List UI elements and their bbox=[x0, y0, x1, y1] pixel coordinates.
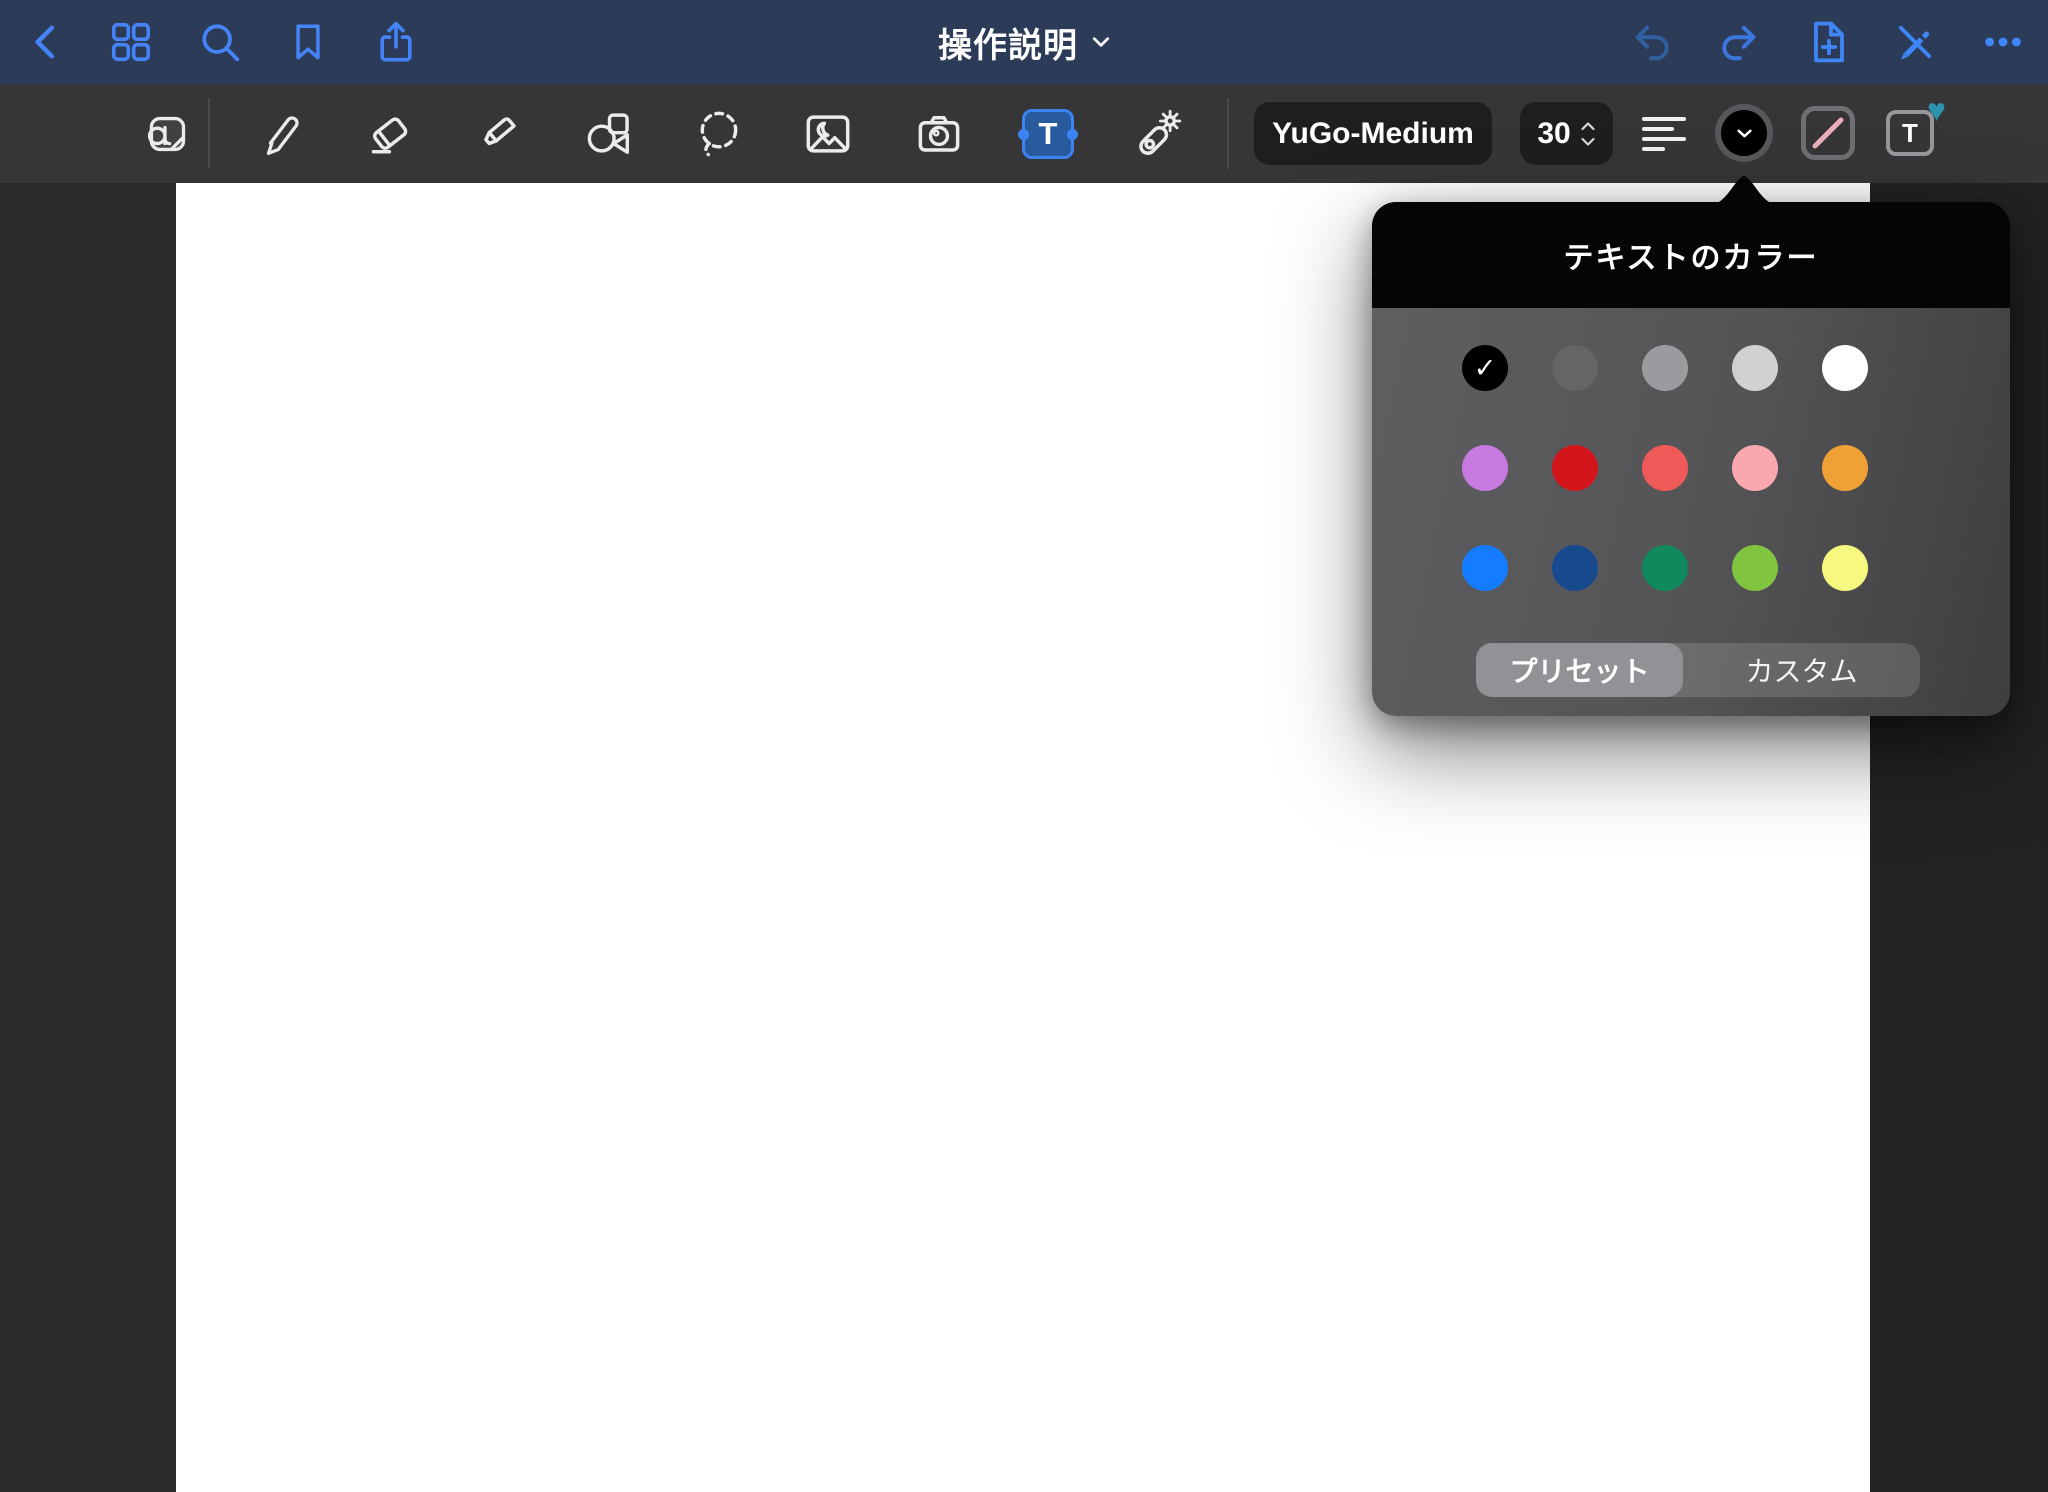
stepper-chevrons-icon bbox=[1580, 121, 1596, 147]
color-swatch-red[interactable] bbox=[1552, 445, 1598, 491]
redo-button[interactable] bbox=[1713, 0, 1765, 84]
highlighter-icon bbox=[473, 108, 525, 160]
camera-tool-button[interactable] bbox=[911, 84, 967, 183]
ellipsis-icon bbox=[1980, 19, 2026, 65]
color-mode-tabs: プリセット カスタム bbox=[1476, 643, 1920, 697]
add-page-icon bbox=[1804, 18, 1852, 66]
pen-cross-icon bbox=[1892, 19, 1938, 65]
eraser-tool-button[interactable] bbox=[361, 84, 417, 183]
toolbar-divider bbox=[1227, 98, 1229, 169]
swatch-row bbox=[1462, 445, 1868, 491]
bookmark-button[interactable] bbox=[282, 0, 334, 84]
tools-toolbar: T YuGo-Medium 30 T ♥ bbox=[0, 84, 2048, 183]
color-swatch-coral[interactable] bbox=[1642, 445, 1688, 491]
add-page-button[interactable] bbox=[1802, 0, 1854, 84]
image-icon bbox=[802, 108, 854, 160]
search-icon bbox=[197, 19, 243, 65]
page-title: 操作説明 bbox=[938, 18, 1078, 67]
tab-preset[interactable]: プリセット bbox=[1476, 643, 1683, 697]
color-swatch-purple[interactable] bbox=[1462, 445, 1508, 491]
pen-tool-button[interactable] bbox=[252, 84, 308, 183]
image-tool-button[interactable] bbox=[800, 84, 856, 183]
color-swatch-blue[interactable] bbox=[1462, 545, 1508, 591]
stroke-color-button[interactable] bbox=[1801, 106, 1855, 160]
font-size-value: 30 bbox=[1537, 117, 1570, 151]
undo-button[interactable] bbox=[1626, 0, 1678, 84]
highlighter-tool-button[interactable] bbox=[471, 84, 527, 183]
text-style-letter: T bbox=[1902, 118, 1918, 149]
eraser-icon bbox=[363, 108, 415, 160]
page-overview-button[interactable] bbox=[105, 0, 157, 84]
laser-pointer-tool-button[interactable] bbox=[1130, 84, 1186, 183]
elements-icon bbox=[141, 109, 191, 159]
swatch-row bbox=[1462, 545, 1868, 591]
pen-icon bbox=[255, 109, 305, 159]
toolbar-divider bbox=[208, 98, 210, 169]
color-swatch-dark-gray[interactable] bbox=[1552, 345, 1598, 391]
color-swatch-white[interactable] bbox=[1822, 345, 1868, 391]
selection-handle-right bbox=[1067, 129, 1078, 140]
undo-icon bbox=[1629, 19, 1675, 65]
color-swatch-orange[interactable] bbox=[1822, 445, 1868, 491]
font-size-stepper[interactable]: 30 bbox=[1520, 102, 1613, 165]
font-family-button[interactable]: YuGo-Medium bbox=[1254, 102, 1492, 165]
swatch-grid: ✓ bbox=[1462, 345, 1868, 645]
lasso-icon bbox=[693, 108, 745, 160]
chevron-down-icon bbox=[1092, 36, 1110, 48]
swatch-row: ✓ bbox=[1462, 345, 1868, 391]
tab-custom[interactable]: カスタム bbox=[1683, 643, 1920, 697]
popover-header: テキストのカラー bbox=[1372, 202, 2010, 308]
nav-bar: 操作説明 bbox=[0, 0, 2048, 84]
heart-badge-icon: ♥ bbox=[1927, 94, 1946, 126]
color-swatch-navy[interactable] bbox=[1552, 545, 1598, 591]
color-swatch-light-gray[interactable] bbox=[1732, 345, 1778, 391]
text-color-button[interactable] bbox=[1715, 104, 1773, 162]
lasso-tool-button[interactable] bbox=[691, 84, 747, 183]
elements-tool-button[interactable] bbox=[138, 84, 194, 183]
color-swatch-black[interactable]: ✓ bbox=[1462, 345, 1508, 391]
toolbar-toggle-button[interactable] bbox=[1889, 0, 1941, 84]
chevron-down-icon bbox=[1736, 128, 1753, 139]
share-button[interactable] bbox=[370, 0, 422, 84]
laser-pointer-icon bbox=[1132, 108, 1184, 160]
align-left-icon bbox=[1642, 117, 1686, 151]
selection-handle-left bbox=[1018, 129, 1029, 140]
text-tool-selected-icon: T bbox=[1022, 109, 1074, 159]
stroke-line-icon bbox=[1806, 111, 1850, 155]
text-tool-button[interactable]: T bbox=[1020, 84, 1076, 183]
grid-icon bbox=[108, 19, 154, 65]
canvas-margin-left bbox=[0, 183, 176, 1492]
share-icon bbox=[373, 19, 419, 65]
popover-arrow bbox=[1712, 174, 1776, 204]
text-tool-letter: T bbox=[1039, 116, 1058, 152]
check-icon: ✓ bbox=[1474, 355, 1497, 382]
color-swatch-light-green[interactable] bbox=[1732, 545, 1778, 591]
color-swatch-green[interactable] bbox=[1642, 545, 1688, 591]
popover-title: テキストのカラー bbox=[1563, 233, 1818, 277]
bookmark-icon bbox=[286, 19, 330, 65]
text-color-popover: テキストのカラー ✓ プリセット カスタム bbox=[1372, 202, 2010, 716]
font-name-label: YuGo-Medium bbox=[1272, 117, 1474, 151]
search-button[interactable] bbox=[194, 0, 246, 84]
text-align-button[interactable] bbox=[1636, 84, 1692, 183]
more-button[interactable] bbox=[1977, 0, 2029, 84]
shapes-tool-button[interactable] bbox=[580, 84, 636, 183]
color-swatch-yellow[interactable] bbox=[1822, 545, 1868, 591]
color-swatch-gray[interactable] bbox=[1642, 345, 1688, 391]
document-title-button[interactable]: 操作説明 bbox=[938, 0, 1110, 84]
back-chevron-icon bbox=[26, 19, 66, 65]
color-swatch-pink[interactable] bbox=[1732, 445, 1778, 491]
camera-icon bbox=[913, 108, 965, 160]
redo-icon bbox=[1716, 19, 1762, 65]
color-button-core bbox=[1721, 110, 1767, 156]
text-style-button[interactable]: T ♥ bbox=[1886, 110, 1934, 156]
back-button[interactable] bbox=[20, 0, 72, 84]
shapes-icon bbox=[582, 108, 634, 160]
